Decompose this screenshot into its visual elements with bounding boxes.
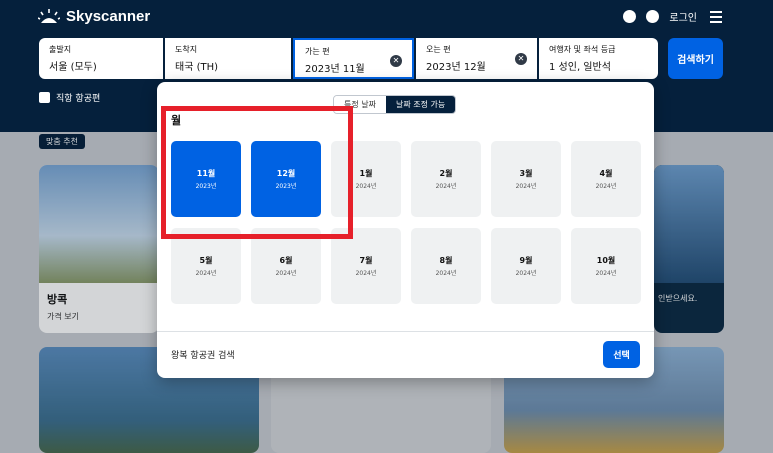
account-icon[interactable] [646,10,660,23]
month-cell[interactable]: 7월 2024년 [331,228,401,304]
travelers-label: 여행자 및 좌석 등급 [549,45,616,54]
sunrise-logo-icon [38,8,60,23]
year-label: 2024년 [275,270,297,277]
brand-name: Skyscanner [66,8,151,25]
header-actions: 로그인 [623,9,723,24]
menu-icon[interactable] [710,11,722,26]
year-label: 2024년 [355,270,377,277]
year-label: 2024년 [595,270,617,277]
origin-label: 출발지 [49,45,72,54]
year-label: 2024년 [355,183,377,190]
month-cell[interactable]: 4월 2024년 [571,141,641,217]
destination-label: 도착지 [175,45,198,54]
year-label: 2024년 [435,183,457,190]
login-link[interactable]: 로그인 [669,9,697,24]
return-label: 오는 편 [426,45,451,54]
globe-icon[interactable] [623,10,637,23]
depart-value: 2023년 11월 [305,64,365,75]
month-label: 10월 [596,256,616,265]
month-cell[interactable]: 8월 2024년 [411,228,481,304]
roundtrip-search-text: 왕복 항공권 검색 [171,351,235,361]
direct-flights-checkbox[interactable] [39,92,50,103]
destination-field[interactable]: 도착지 태국 (TH) [165,38,291,79]
travelers-value: 1 성인, 일반석 [549,62,611,73]
month-label: 5월 [199,256,213,265]
footer-divider [157,331,654,332]
year-label: 2024년 [515,183,537,190]
month-cell[interactable]: 10월 2024년 [571,228,641,304]
month-label: 8월 [439,256,453,265]
month-label: 9월 [519,256,533,265]
month-label: 3월 [519,169,533,178]
year-label: 2024년 [435,270,457,277]
skyscanner-logo[interactable]: Skyscanner [38,8,150,25]
month-label: 4월 [599,169,613,178]
month-label: 7월 [359,256,373,265]
search-button[interactable]: 검색하기 [668,38,723,79]
depart-label: 가는 편 [305,47,330,56]
depart-field[interactable]: 가는 편 2023년 11월 ✕ [293,38,414,79]
month-cell[interactable]: 3월 2024년 [491,141,561,217]
month-label: 6월 [279,256,293,265]
year-label: 2024년 [595,183,617,190]
month-cell[interactable]: 2월 2024년 [411,141,481,217]
return-value: 2023년 12월 [426,62,486,73]
origin-value: 서울 (모두) [49,62,97,73]
year-label: 2024년 [515,270,537,277]
tab-flexible-dates[interactable]: 날짜 조정 가능 [385,96,456,113]
clear-depart-icon[interactable]: ✕ [390,55,402,67]
direct-flights-option[interactable]: 직항 항공편 [39,91,100,104]
select-button[interactable]: 선택 [603,341,640,368]
month-cell[interactable]: 6월 2024년 [251,228,321,304]
year-label: 2024년 [195,270,217,277]
month-cell[interactable]: 5월 2024년 [171,228,241,304]
annotation-highlight-box [161,106,353,239]
return-field[interactable]: 오는 편 2023년 12월 ✕ [416,38,537,79]
destination-value: 태국 (TH) [175,62,219,73]
month-cell[interactable]: 9월 2024년 [491,228,561,304]
month-label: 1월 [359,169,373,178]
month-label: 2월 [439,169,453,178]
travelers-field[interactable]: 여행자 및 좌석 등급 1 성인, 일반석 [539,38,658,79]
origin-field[interactable]: 출발지 서울 (모두) [39,38,163,79]
clear-return-icon[interactable]: ✕ [515,53,527,65]
direct-flights-label: 직항 항공편 [56,94,101,104]
